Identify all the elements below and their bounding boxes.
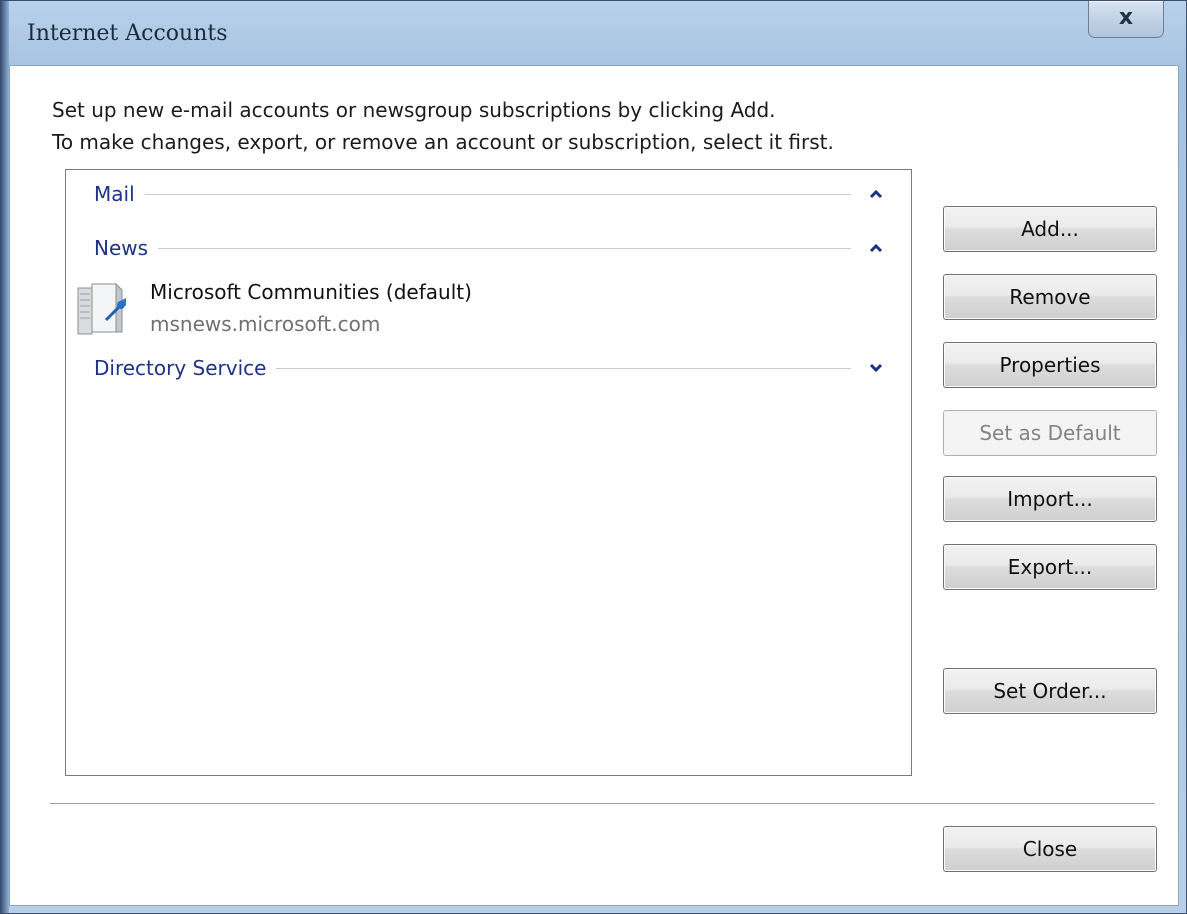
account-server: msnews.microsoft.com [150,312,381,336]
group-header-mail[interactable]: Mail [94,178,887,210]
close-icon: x [1118,4,1134,30]
chevron-up-icon[interactable] [865,183,887,205]
list-item-account[interactable]: Microsoft Communities (default) msnews.m… [76,276,576,340]
window-close-button[interactable]: x [1088,1,1164,38]
remove-button[interactable]: Remove [943,274,1157,320]
set-order-button[interactable]: Set Order... [943,668,1157,714]
instructions-line-1: Set up new e-mail accounts or newsgroup … [52,98,776,122]
footer-separator [50,803,1155,804]
group-header-news[interactable]: News [94,232,887,264]
chevron-down-icon[interactable] [865,357,887,379]
title-bar[interactable]: Internet Accounts x [9,1,1178,65]
dialog-client-area: Set up new e-mail accounts or newsgroup … [9,65,1179,906]
export-button[interactable]: Export... [943,544,1157,590]
import-button[interactable]: Import... [943,476,1157,522]
properties-button[interactable]: Properties [943,342,1157,388]
account-name: Microsoft Communities (default) [150,280,472,304]
group-divider [276,367,851,369]
instructions-line-2: To make changes, export, or remove an ac… [52,130,834,154]
close-button[interactable]: Close [943,826,1157,872]
set-as-default-button[interactable]: Set as Default [943,410,1157,456]
add-button[interactable]: Add... [943,206,1157,252]
group-header-directory-service[interactable]: Directory Service [94,352,887,384]
group-label-news: News [94,236,149,260]
instructions-text: Set up new e-mail accounts or newsgroup … [52,94,834,158]
group-divider [144,193,851,195]
chevron-up-icon[interactable] [865,237,887,259]
group-label-directory-service: Directory Service [94,356,267,380]
group-divider [158,247,851,249]
accounts-list[interactable]: Mail News Microsoft Communities (default… [65,169,912,776]
internet-accounts-window: Internet Accounts x Set up new e-mail ac… [0,0,1187,914]
window-title: Internet Accounts [27,21,228,46]
group-label-mail: Mail [94,182,135,206]
news-server-icon [76,280,132,338]
